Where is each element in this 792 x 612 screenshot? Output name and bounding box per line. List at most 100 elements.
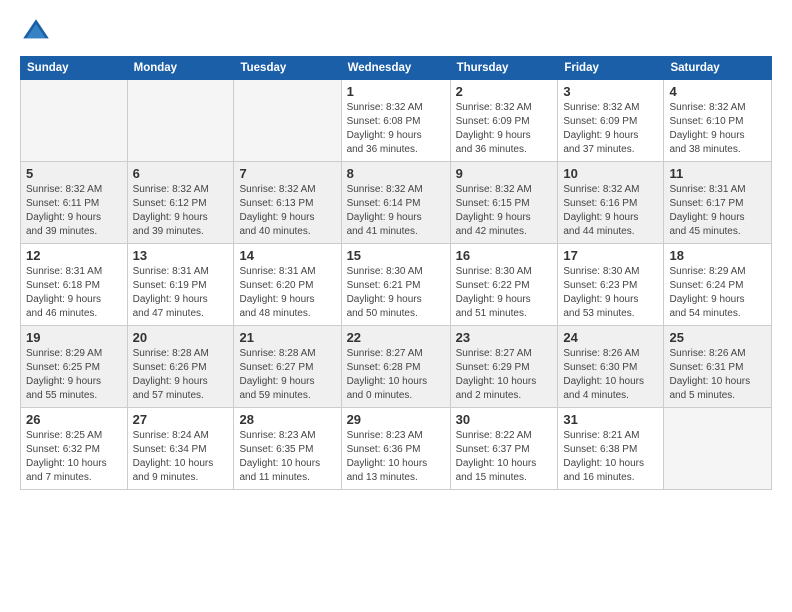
calendar-header-row: SundayMondayTuesdayWednesdayThursdayFrid…	[21, 57, 772, 80]
day-info: Sunrise: 8:30 AM Sunset: 6:23 PM Dayligh…	[563, 265, 658, 321]
day-info: Sunrise: 8:31 AM Sunset: 6:18 PM Dayligh…	[26, 265, 122, 321]
day-number: 12	[26, 248, 122, 263]
day-number: 26	[26, 412, 122, 427]
day-info: Sunrise: 8:21 AM Sunset: 6:38 PM Dayligh…	[563, 429, 658, 485]
day-info: Sunrise: 8:23 AM Sunset: 6:36 PM Dayligh…	[347, 429, 445, 485]
day-number: 16	[456, 248, 553, 263]
calendar-day-cell: 4 Sunrise: 8:32 AM Sunset: 6:10 PM Daylig…	[664, 80, 772, 162]
day-number: 27	[133, 412, 229, 427]
day-info: Sunrise: 8:32 AM Sunset: 6:13 PM Dayligh…	[239, 183, 335, 239]
day-info: Sunrise: 8:32 AM Sunset: 6:10 PM Dayligh…	[669, 101, 766, 157]
day-info: Sunrise: 8:28 AM Sunset: 6:26 PM Dayligh…	[133, 347, 229, 403]
calendar-header-thursday: Thursday	[450, 57, 558, 80]
day-info: Sunrise: 8:32 AM Sunset: 6:11 PM Dayligh…	[26, 183, 122, 239]
day-info: Sunrise: 8:26 AM Sunset: 6:31 PM Dayligh…	[669, 347, 766, 403]
day-number: 21	[239, 330, 335, 345]
calendar-day-cell: 25Sunrise: 8:26 AM Sunset: 6:31 PM Dayli…	[664, 326, 772, 408]
calendar-day-cell	[234, 80, 341, 162]
calendar-day-cell	[21, 80, 128, 162]
day-number: 18	[669, 248, 766, 263]
day-number: 13	[133, 248, 229, 263]
page: SundayMondayTuesdayWednesdayThursdayFrid…	[0, 0, 792, 612]
day-number: 4	[669, 84, 766, 99]
calendar-day-cell: 17 Sunrise: 8:30 AM Sunset: 6:23 PM Dayli…	[558, 244, 664, 326]
calendar-week-row: 5 Sunrise: 8:32 AM Sunset: 6:11 PM Daylig…	[21, 162, 772, 244]
calendar-day-cell: 15 Sunrise: 8:30 AM Sunset: 6:21 PM Dayli…	[341, 244, 450, 326]
calendar-day-cell: 3 Sunrise: 8:32 AM Sunset: 6:09 PM Daylig…	[558, 80, 664, 162]
calendar-day-cell: 2Sunrise: 8:32 AM Sunset: 6:09 PM Daylig…	[450, 80, 558, 162]
day-info: Sunrise: 8:32 AM Sunset: 6:12 PM Dayligh…	[133, 183, 229, 239]
calendar-week-row: 1Sunrise: 8:32 AM Sunset: 6:08 PM Daylig…	[21, 80, 772, 162]
calendar-day-cell: 19 Sunrise: 8:29 AM Sunset: 6:25 PM Dayli…	[21, 326, 128, 408]
day-info: Sunrise: 8:27 AM Sunset: 6:28 PM Dayligh…	[347, 347, 445, 403]
day-number: 29	[347, 412, 445, 427]
day-number: 19	[26, 330, 122, 345]
calendar-day-cell: 16 Sunrise: 8:30 AM Sunset: 6:22 PM Dayli…	[450, 244, 558, 326]
calendar-day-cell: 12 Sunrise: 8:31 AM Sunset: 6:18 PM Dayli…	[21, 244, 128, 326]
calendar-day-cell: 18 Sunrise: 8:29 AM Sunset: 6:24 PM Dayli…	[664, 244, 772, 326]
day-number: 15	[347, 248, 445, 263]
day-info: Sunrise: 8:30 AM Sunset: 6:22 PM Dayligh…	[456, 265, 553, 321]
day-number: 2	[456, 84, 553, 99]
day-info: Sunrise: 8:30 AM Sunset: 6:21 PM Dayligh…	[347, 265, 445, 321]
calendar-day-cell: 20 Sunrise: 8:28 AM Sunset: 6:26 PM Dayli…	[127, 326, 234, 408]
day-number: 11	[669, 166, 766, 181]
day-info: Sunrise: 8:25 AM Sunset: 6:32 PM Dayligh…	[26, 429, 122, 485]
calendar-day-cell: 10 Sunrise: 8:32 AM Sunset: 6:16 PM Dayli…	[558, 162, 664, 244]
day-info: Sunrise: 8:28 AM Sunset: 6:27 PM Dayligh…	[239, 347, 335, 403]
calendar-day-cell: 22 Sunrise: 8:27 AM Sunset: 6:28 PM Dayli…	[341, 326, 450, 408]
day-number: 9	[456, 166, 553, 181]
day-number: 10	[563, 166, 658, 181]
calendar-header-saturday: Saturday	[664, 57, 772, 80]
day-info: Sunrise: 8:32 AM Sunset: 6:09 PM Dayligh…	[563, 101, 658, 157]
calendar-day-cell: 11Sunrise: 8:31 AM Sunset: 6:17 PM Dayli…	[664, 162, 772, 244]
day-number: 8	[347, 166, 445, 181]
calendar-header-tuesday: Tuesday	[234, 57, 341, 80]
day-info: Sunrise: 8:32 AM Sunset: 6:16 PM Dayligh…	[563, 183, 658, 239]
calendar-day-cell: 9 Sunrise: 8:32 AM Sunset: 6:15 PM Daylig…	[450, 162, 558, 244]
calendar-day-cell	[664, 408, 772, 490]
day-info: Sunrise: 8:32 AM Sunset: 6:15 PM Dayligh…	[456, 183, 553, 239]
day-info: Sunrise: 8:32 AM Sunset: 6:14 PM Dayligh…	[347, 183, 445, 239]
day-number: 3	[563, 84, 658, 99]
calendar-day-cell: 8 Sunrise: 8:32 AM Sunset: 6:14 PM Daylig…	[341, 162, 450, 244]
day-number: 23	[456, 330, 553, 345]
day-info: Sunrise: 8:22 AM Sunset: 6:37 PM Dayligh…	[456, 429, 553, 485]
calendar-day-cell: 6 Sunrise: 8:32 AM Sunset: 6:12 PM Daylig…	[127, 162, 234, 244]
calendar-week-row: 19 Sunrise: 8:29 AM Sunset: 6:25 PM Dayli…	[21, 326, 772, 408]
calendar-header-wednesday: Wednesday	[341, 57, 450, 80]
logo-icon	[20, 16, 52, 48]
day-number: 22	[347, 330, 445, 345]
logo	[20, 16, 56, 48]
day-number: 6	[133, 166, 229, 181]
calendar-day-cell: 27Sunrise: 8:24 AM Sunset: 6:34 PM Dayli…	[127, 408, 234, 490]
day-number: 30	[456, 412, 553, 427]
calendar-day-cell: 30 Sunrise: 8:22 AM Sunset: 6:37 PM Dayli…	[450, 408, 558, 490]
calendar-day-cell: 13 Sunrise: 8:31 AM Sunset: 6:19 PM Dayli…	[127, 244, 234, 326]
day-info: Sunrise: 8:23 AM Sunset: 6:35 PM Dayligh…	[239, 429, 335, 485]
day-info: Sunrise: 8:29 AM Sunset: 6:25 PM Dayligh…	[26, 347, 122, 403]
day-number: 20	[133, 330, 229, 345]
day-info: Sunrise: 8:27 AM Sunset: 6:29 PM Dayligh…	[456, 347, 553, 403]
calendar-day-cell: 23 Sunrise: 8:27 AM Sunset: 6:29 PM Dayli…	[450, 326, 558, 408]
day-number: 17	[563, 248, 658, 263]
calendar-day-cell: 24 Sunrise: 8:26 AM Sunset: 6:30 PM Dayli…	[558, 326, 664, 408]
calendar-day-cell: 26 Sunrise: 8:25 AM Sunset: 6:32 PM Dayli…	[21, 408, 128, 490]
calendar-day-cell: 14Sunrise: 8:31 AM Sunset: 6:20 PM Dayli…	[234, 244, 341, 326]
calendar-header-sunday: Sunday	[21, 57, 128, 80]
day-number: 24	[563, 330, 658, 345]
calendar-day-cell: 21 Sunrise: 8:28 AM Sunset: 6:27 PM Dayli…	[234, 326, 341, 408]
calendar-header-monday: Monday	[127, 57, 234, 80]
day-info: Sunrise: 8:31 AM Sunset: 6:19 PM Dayligh…	[133, 265, 229, 321]
day-info: Sunrise: 8:26 AM Sunset: 6:30 PM Dayligh…	[563, 347, 658, 403]
day-info: Sunrise: 8:31 AM Sunset: 6:20 PM Dayligh…	[239, 265, 335, 321]
calendar-day-cell: 5 Sunrise: 8:32 AM Sunset: 6:11 PM Daylig…	[21, 162, 128, 244]
day-info: Sunrise: 8:29 AM Sunset: 6:24 PM Dayligh…	[669, 265, 766, 321]
header	[20, 16, 772, 48]
calendar-day-cell: 28 Sunrise: 8:23 AM Sunset: 6:35 PM Dayli…	[234, 408, 341, 490]
day-number: 1	[347, 84, 445, 99]
day-number: 28	[239, 412, 335, 427]
day-number: 5	[26, 166, 122, 181]
calendar-table: SundayMondayTuesdayWednesdayThursdayFrid…	[20, 56, 772, 490]
day-number: 31	[563, 412, 658, 427]
